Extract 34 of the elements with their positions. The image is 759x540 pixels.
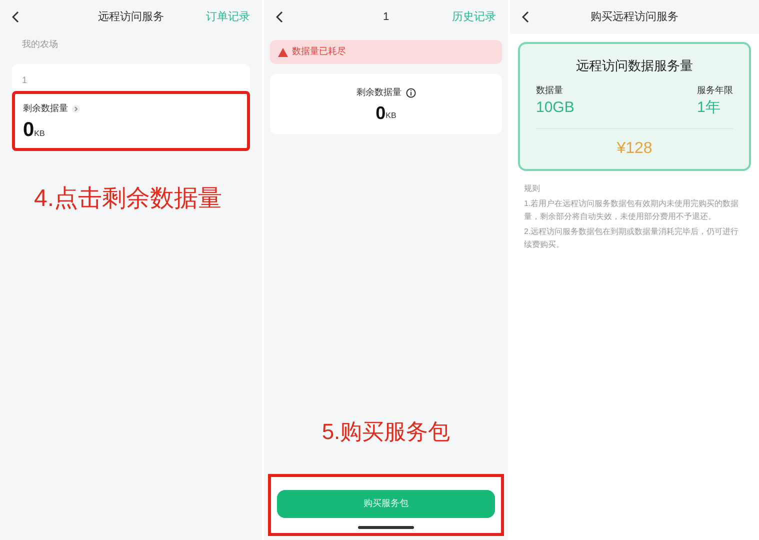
data-card[interactable]: 剩余数据量 0KB bbox=[12, 91, 250, 150]
data-value: 0 bbox=[23, 120, 34, 140]
alert-text: 数据量已耗尽 bbox=[292, 45, 346, 58]
screen-title: 1 bbox=[382, 10, 390, 25]
back-icon[interactable] bbox=[276, 11, 284, 23]
history-link[interactable]: 订单记录 bbox=[206, 8, 250, 26]
data-label: 剩余数据量 bbox=[23, 102, 68, 115]
buy-button[interactable]: 购买服务包 bbox=[277, 490, 495, 518]
rules-title: 规则 bbox=[524, 182, 541, 194]
data-value: 0 bbox=[376, 104, 386, 122]
rule-text: 2.远程访问服务数据包在到期或数据量消耗完毕后，仍可进行续费购买。 bbox=[524, 226, 740, 250]
rule-text: 1.若用户在远程访问服务数据包有效期内未使用完购买的数据量，剩余部分将自动失效，未使用部分费用不予退还。 bbox=[524, 198, 740, 222]
screen-title: 购买远程访问服务 bbox=[590, 10, 678, 25]
farm-name: 1 bbox=[22, 74, 28, 86]
price: ¥128 bbox=[616, 138, 652, 158]
step-annotation: 5.购买服务包 bbox=[322, 418, 450, 446]
step-annotation: 4.点击剩余数据量 bbox=[34, 184, 224, 214]
amount-label: 数据量 bbox=[536, 84, 564, 96]
term-label: 服务年限 bbox=[697, 84, 733, 96]
package-card[interactable]: 远程访问数据服务量 数据量 10GB 服务年限 1年 ¥128 bbox=[518, 42, 751, 170]
data-unit: KB bbox=[34, 128, 45, 140]
amount-value: 10GB bbox=[536, 98, 574, 118]
data-label: 剩余数据量 bbox=[356, 86, 402, 100]
section-label: 我的农场 bbox=[22, 38, 59, 51]
data-unit: KB bbox=[386, 110, 396, 122]
package-title: 远程访问数据服务量 bbox=[576, 57, 693, 75]
chevron-icon bbox=[72, 104, 80, 113]
warning-icon bbox=[278, 48, 288, 56]
back-icon[interactable] bbox=[12, 11, 20, 23]
term-value: 1年 bbox=[697, 98, 722, 118]
history-link[interactable]: 历史记录 bbox=[452, 8, 496, 26]
back-icon[interactable] bbox=[522, 11, 530, 23]
info-icon bbox=[406, 88, 416, 98]
screen-title: 远程访问服务 bbox=[98, 10, 164, 25]
